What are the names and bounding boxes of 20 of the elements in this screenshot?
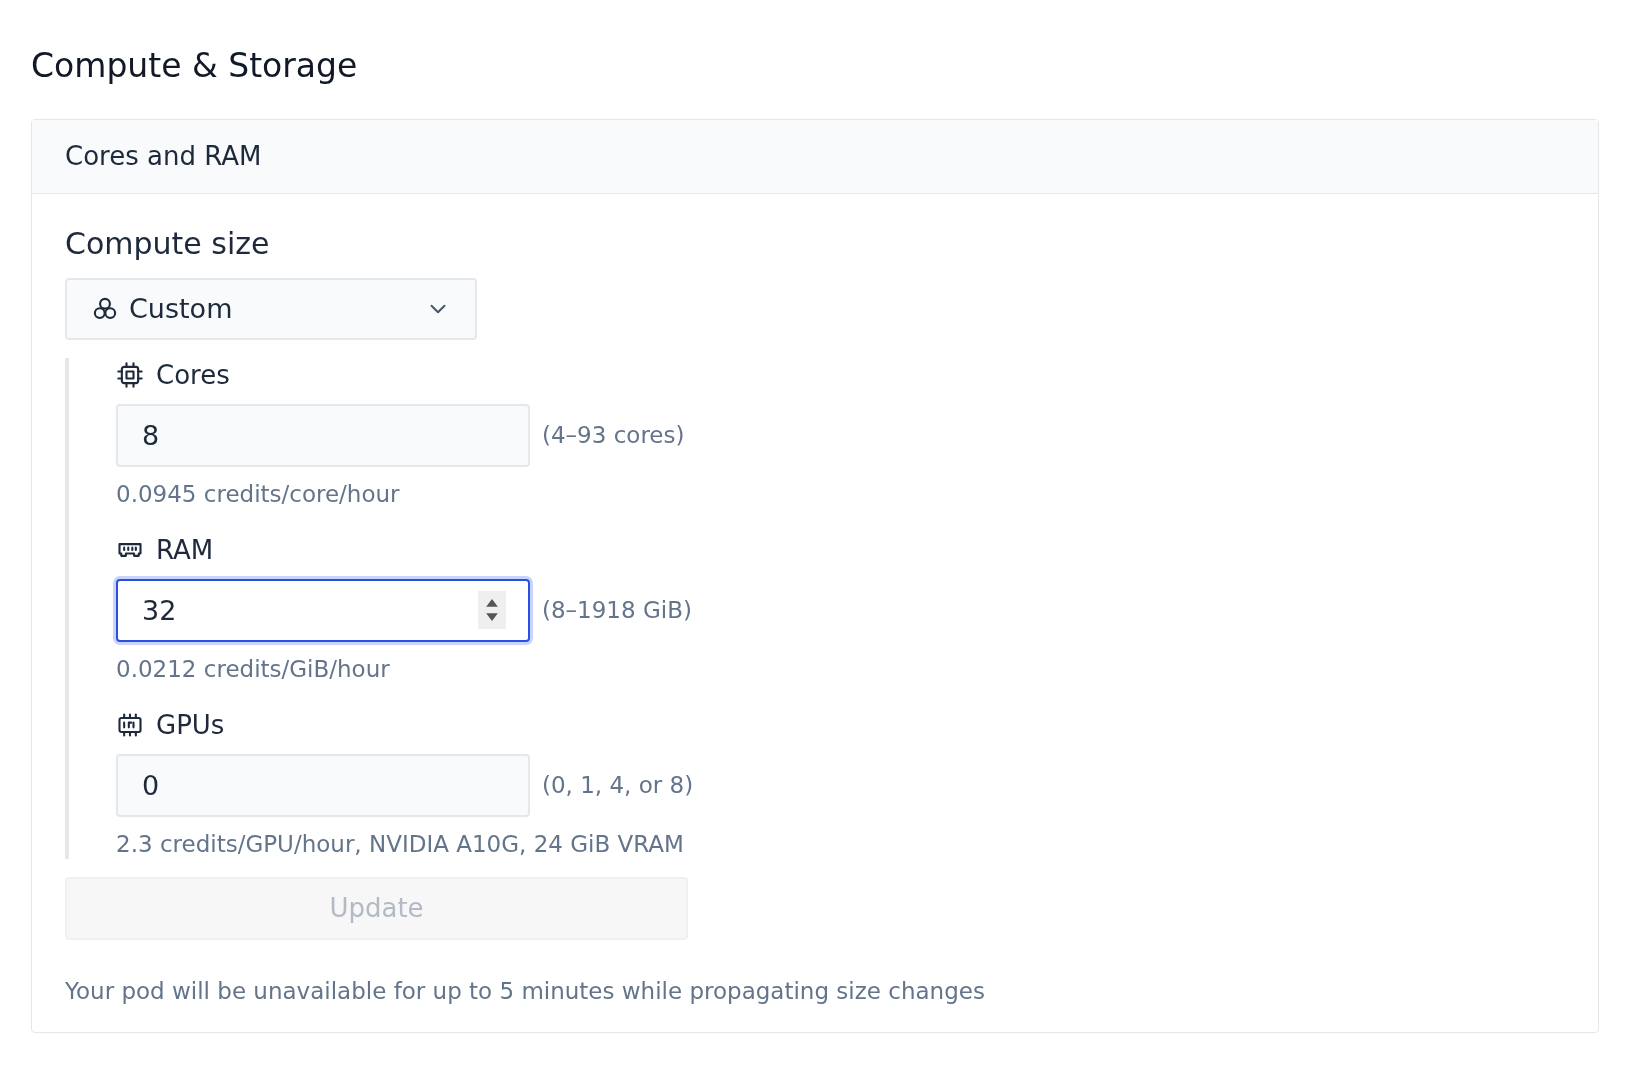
section-title: Compute size	[65, 225, 271, 262]
field-label: RAM	[156, 534, 214, 565]
help-text: 2.3 credits/GPU/hour, NVIDIA A10G, 24 GiB VRAM	[116, 830, 685, 857]
number-input[interactable]: 32	[116, 578, 530, 642]
range-hint: (8–1918 GiB)	[542, 597, 692, 624]
compute-size-dropdown[interactable]: Custom	[65, 277, 477, 340]
help-text: 0.0212 credits/GiB/hour	[116, 655, 391, 682]
chip-icon	[116, 360, 144, 389]
page-title: Compute & Storage	[31, 46, 359, 86]
spinner-arrows-icon	[478, 590, 506, 629]
number-input[interactable]: 0	[116, 753, 530, 817]
number-input[interactable]: 8	[116, 403, 530, 467]
field-label: Cores	[156, 359, 230, 390]
card-header: Cores and RAM	[32, 119, 1598, 194]
field-label: GPUs	[156, 709, 225, 740]
dropdown-value: Custom	[129, 293, 234, 325]
range-hint: (0, 1, 4, or 8)	[542, 772, 694, 799]
info-text: Your pod will be unavailable for up to 5 minutes while propagating size changes	[65, 977, 986, 1004]
help-text: 0.0945 credits/core/hour	[116, 480, 401, 507]
range-hint: (4–93 cores)	[542, 422, 685, 449]
